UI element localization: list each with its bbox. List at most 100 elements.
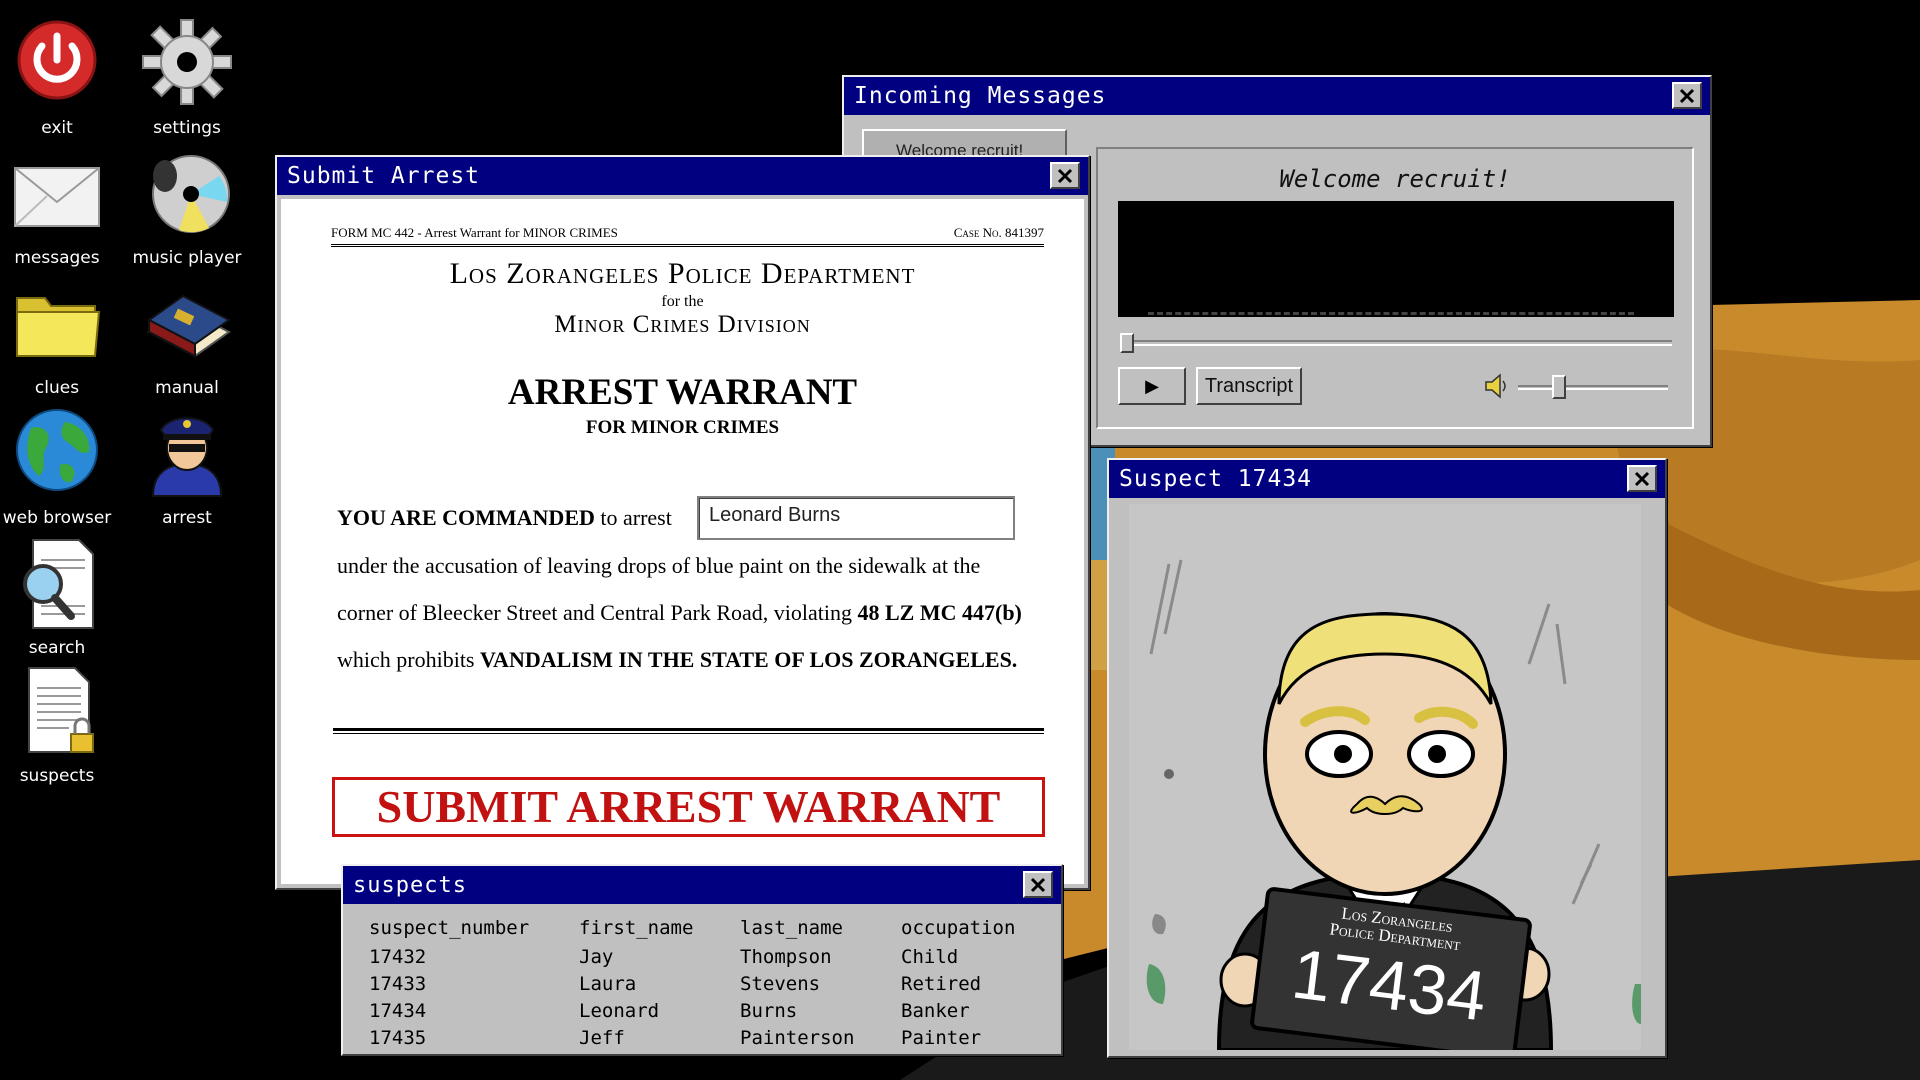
desktop-icon-arrest[interactable]: arrest [122,406,252,528]
play-button[interactable]: ▶ [1118,367,1186,405]
department-name: Los Zorangeles Police Department [449,257,916,290]
column-header[interactable]: suspect_number [369,914,579,944]
column-header[interactable]: last_name [740,914,901,944]
book-icon [147,294,231,358]
table-cell: Jeff [579,1026,625,1049]
window-title: Submit Arrest [287,163,481,189]
desktop-icon-suspects[interactable]: suspects [0,664,122,786]
table-cell: 17432 [369,945,427,968]
desktop-icon-exit[interactable]: exit [0,16,122,138]
statute-code: 48 LZ MC 447(b) [857,600,1022,625]
volume-slider-thumb[interactable] [1552,375,1566,399]
gear-icon [142,19,232,105]
table-cell: 17435 [369,1026,427,1049]
accusation-line-3: which prohibits VANDALISM IN THE STATE O… [337,647,1017,673]
desktop-icon-label: exit [41,118,73,138]
folder-icon [16,297,101,357]
command-line: YOU ARE COMMANDED to arrest [337,505,672,531]
table-header-row: suspect_number first_name last_name occu… [369,914,1051,944]
to-arrest-text: to arrest [594,505,672,530]
table-cell: Painterson [740,1026,855,1049]
seek-thumb[interactable] [1120,333,1134,353]
window-titlebar[interactable]: suspects [343,866,1061,904]
window-titlebar[interactable]: Submit Arrest [277,157,1088,195]
submit-arrest-window: Submit Arrest FORM MC 442 - Arrest Warra… [275,155,1090,890]
table-cell: 17433 [369,972,427,995]
table-cell: Jay [579,945,614,968]
desktop-icon-manual[interactable]: manual [122,276,252,398]
volume-track[interactable] [1518,385,1668,390]
desktop-icon-label: suspects [19,766,95,786]
close-icon [1057,168,1073,183]
close-button[interactable] [1672,82,1702,109]
commanded-text: YOU ARE COMMANDED [337,505,595,530]
window-title: Incoming Messages [854,83,1107,109]
window-title: suspects [353,872,467,898]
suspects-table-window: suspects suspect_number first_name last_… [341,864,1063,1056]
close-button[interactable] [1023,871,1053,898]
table-row[interactable]: 17433 Laura Stevens Retired [369,971,1051,998]
for-the-label: for the [661,293,704,310]
accusation-line-2: corner of Bleecker Street and Central Pa… [337,600,1022,626]
close-button[interactable] [1627,465,1657,492]
signature-rule [333,728,1044,734]
magnifier-document-icon [23,539,94,629]
locked-document-icon [28,667,94,753]
table-row[interactable]: 17432 Jay Thompson Child [369,944,1051,971]
cd-icon [152,155,230,233]
table-cell: Stevens [740,972,821,995]
desktop-icon-clues[interactable]: clues [0,276,122,398]
mugshot-photo: Los Zorangeles Police Department 17434 [1129,504,1641,1050]
table-cell: Thompson [740,945,832,968]
seek-bar[interactable] [1120,340,1672,346]
play-icon: ▶ [1145,375,1159,397]
desktop-icon-label: web browser [2,508,112,528]
submit-arrest-warrant-button[interactable]: SUBMIT ARREST WARRANT [332,777,1045,837]
case-number: Case No. 841397 [953,225,1044,240]
desktop-icon-label: clues [34,378,80,398]
form-id: FORM MC 442 - Arrest Warrant for MINOR C… [331,225,618,240]
table-cell: Child [901,945,959,968]
warrant-subheading: FOR MINOR CRIMES [585,417,780,438]
desktop-icon-label: arrest [162,508,212,528]
transcript-button[interactable]: Transcript [1196,367,1302,405]
desktop-icon-label: messages [14,248,100,268]
close-icon [1030,877,1046,892]
desktop-icon-settings[interactable]: settings [122,16,252,138]
offense-name: VANDALISM IN THE STATE OF LOS ZORANGELES… [480,647,1018,672]
desktop-icon-label: search [28,638,86,658]
suspect-window: Suspect 17434 Los Zorangeles Police Depa… [1107,458,1667,1058]
table-cell: Banker [901,999,970,1022]
column-header[interactable]: first_name [579,914,740,944]
power-icon [17,20,97,100]
window-titlebar[interactable]: Suspect 17434 [1109,460,1665,498]
desktop-icon-messages[interactable]: messages [0,146,122,268]
prohibits-text: which prohibits [337,647,480,672]
accusation-line-1: under the accusation of leaving drops of… [337,553,981,578]
desktop-icon-label: music player [132,248,242,268]
table-cell: Laura [579,972,637,995]
speaker-icon[interactable] [1482,371,1512,401]
table-cell: Burns [740,999,798,1022]
desktop-icon-search[interactable]: search [0,536,122,658]
close-icon [1634,471,1650,486]
desktop-icon-label: settings [153,118,221,138]
envelope-icon [14,167,100,227]
close-icon [1679,88,1695,103]
accusation-text: corner of Bleecker Street and Central Pa… [337,600,858,625]
suspects-table: suspect_number first_name last_name occu… [369,914,1051,1052]
close-button[interactable] [1050,162,1080,189]
window-title: Suspect 17434 [1119,466,1313,492]
table-cell: Retired [901,972,982,995]
table-cell: Painter [901,1026,982,1049]
arrestee-name-input[interactable]: Leonard Burns [697,496,1015,540]
desktop-icon-music-player[interactable]: music player [122,146,252,268]
message-title: Welcome recruit! [1279,165,1511,193]
table-cell: 17434 [369,999,427,1022]
window-titlebar[interactable]: Incoming Messages [844,77,1710,115]
column-header[interactable]: occupation [901,914,1051,944]
form-header: FORM MC 442 - Arrest Warrant for MINOR C… [331,225,1044,247]
table-row[interactable]: 17434 Leonard Burns Banker [369,998,1051,1025]
table-row[interactable]: 17435 Jeff Painterson Painter [369,1025,1051,1052]
desktop-icon-web-browser[interactable]: web browser [0,406,122,528]
